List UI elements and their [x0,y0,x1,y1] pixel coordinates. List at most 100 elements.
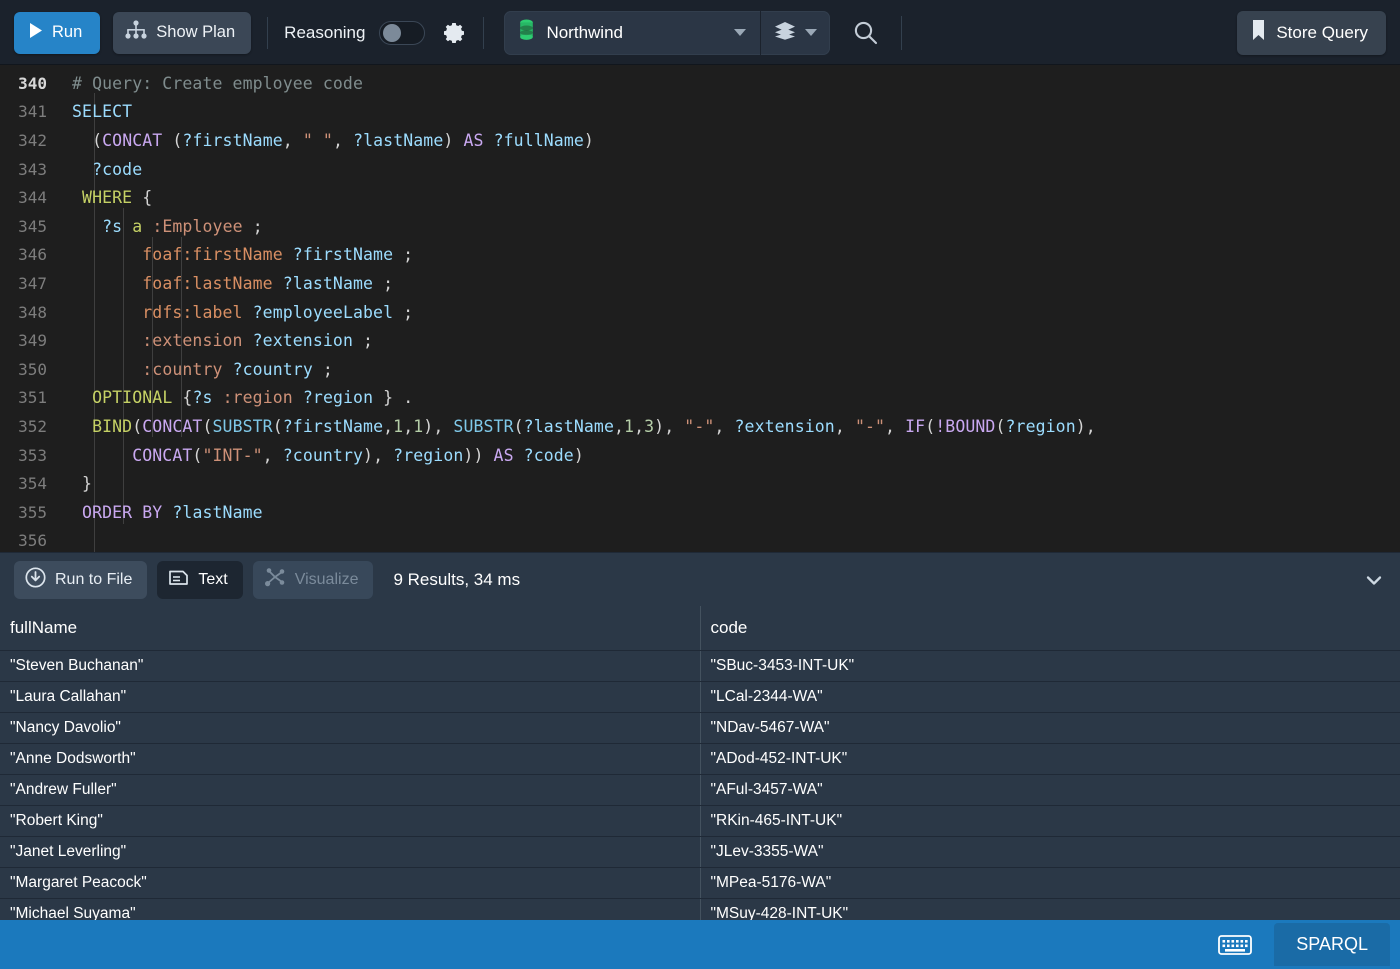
code-line[interactable]: 345 ?s a :Employee ; [0,212,1400,241]
chevron-down-icon [734,29,747,36]
cell-code: "ADod-452-INT-UK" [700,743,1400,775]
reasoning-toggle[interactable] [379,20,426,45]
document-text-icon [168,568,189,592]
code-text: OPTIONAL {?s :region ?region } . [92,388,414,408]
code-line[interactable]: 352 BIND(CONCAT(SUBSTR(?firstName,1,1), … [0,412,1400,441]
table-row[interactable]: "Janet Leverling" "JLev-3355-WA" [0,836,1400,868]
show-plan-button[interactable]: Show Plan [113,11,252,54]
line-number: 341 [18,102,47,122]
code-line[interactable]: 355 ORDER BY ?lastName [0,498,1400,527]
code-line[interactable]: 353 CONCAT("INT-", ?country), ?region)) … [0,441,1400,470]
play-icon [28,22,43,44]
reasoning-toggle-knob [383,24,402,42]
code-text: ?s a :Employee ; [102,216,263,236]
code-line[interactable]: 342 (CONCAT (?firstName, " ", ?lastName)… [0,126,1400,155]
table-row[interactable]: "Margaret Peacock" "MPea-5176-WA" [0,867,1400,899]
language-badge[interactable]: SPARQL [1274,923,1390,966]
table-row[interactable]: "Robert King" "RKin-465-INT-UK" [0,805,1400,837]
results-table-head: fullName code [0,606,1400,651]
code-text: :country ?country ; [142,359,333,379]
status-bar: SPARQL [0,920,1400,969]
code-line[interactable]: 341 SELECT [0,98,1400,127]
code-line[interactable]: 347 foaf:lastName ?lastName ; [0,269,1400,298]
tab-text[interactable]: Text [157,560,243,599]
run-button-label: Run [52,23,83,41]
results-summary: 9 Results, 34 ms [393,569,521,589]
line-number: 346 [18,245,47,265]
column-header-fullname[interactable]: fullName [0,606,701,651]
table-row[interactable]: "Anne Dodsworth" "ADod-452-INT-UK" [0,743,1400,775]
cell-fullname: "Andrew Fuller" [0,774,701,806]
code-line[interactable]: 351 OPTIONAL {?s :region ?region } . [0,384,1400,413]
code-line[interactable]: 340 # Query: Create employee code [0,69,1400,98]
line-number: 348 [18,302,47,322]
table-row[interactable]: "Nancy Davolio" "NDav-5467-WA" [0,712,1400,744]
keyboard-icon[interactable] [1196,933,1274,957]
results-table-container[interactable]: fullName code "Steven Buchanan" "SBuc-345… [0,606,1400,926]
top-toolbar: Run Show Plan Reasoning Northwind Store … [0,0,1400,65]
code-text: foaf:firstName ?firstName ; [142,245,414,265]
database-name: Northwind [546,22,623,42]
table-row[interactable]: "Laura Callahan" "LCal-2344-WA" [0,681,1400,713]
line-number: 351 [18,388,47,408]
table-header-row: fullName code [0,606,1400,651]
tab-visualize-label: Visualize [294,570,359,588]
table-row[interactable]: "Andrew Fuller" "AFul-3457-WA" [0,774,1400,806]
collapse-results-button[interactable] [1362,568,1386,592]
results-table-body: "Steven Buchanan" "SBuc-3453-INT-UK" "Laur… [0,650,1400,926]
run-to-file-label: Run to File [55,570,133,588]
code-text: BIND(CONCAT(SUBSTR(?firstName,1,1), SUBS… [92,416,1096,436]
line-number: 347 [18,273,47,293]
cell-fullname: "Robert King" [0,805,701,837]
toolbar-divider-3 [901,15,903,50]
table-row[interactable]: "Steven Buchanan" "SBuc-3453-INT-UK" [0,650,1400,682]
line-number: 345 [18,216,47,236]
gear-icon[interactable] [441,20,467,46]
database-cylinder-icon [518,19,535,46]
line-number: 340 [18,73,47,93]
code-text: SELECT [72,102,133,122]
code-line[interactable]: 346 foaf:firstName ?firstName ; [0,241,1400,270]
code-line[interactable]: 349 :extension ?extension ; [0,326,1400,355]
line-number: 344 [18,188,47,208]
search-icon[interactable] [852,19,879,46]
database-selector[interactable]: Northwind [504,11,760,55]
code-text: ORDER BY ?lastName [82,502,263,522]
line-number: 349 [18,331,47,351]
code-line[interactable]: 348 rdfs:label ?employeeLabel ; [0,298,1400,327]
code-line[interactable]: 356 [0,527,1400,553]
line-number: 350 [18,359,47,379]
code-text: (CONCAT (?firstName, " ", ?lastName) AS … [92,130,594,150]
cell-code: "AFul-3457-WA" [700,774,1400,806]
code-line[interactable]: 343 ?code [0,155,1400,184]
line-number: 343 [18,159,47,179]
code-text: ?code [92,159,143,179]
layers-selector[interactable] [761,11,830,55]
run-button[interactable]: Run [14,11,101,54]
cell-code: "LCal-2344-WA" [700,681,1400,713]
store-query-button[interactable]: Store Query [1237,10,1386,55]
chevron-down-icon-layers [805,29,818,36]
plan-tree-icon [125,20,147,45]
tab-visualize[interactable]: Visualize [252,560,374,599]
cell-fullname: "Steven Buchanan" [0,650,701,682]
code-text: rdfs:label ?employeeLabel ; [142,302,414,322]
tab-text-label: Text [198,570,228,588]
results-toolbar: Run to File Text Visualize 9 Results, 34… [0,552,1400,606]
code-line[interactable]: 354 } [0,469,1400,498]
layers-icon [774,20,796,45]
cell-fullname: "Anne Dodsworth" [0,743,701,775]
cell-code: "JLev-3355-WA" [700,836,1400,868]
toolbar-divider-1 [267,16,269,49]
reasoning-label: Reasoning [284,22,366,42]
column-header-code[interactable]: code [700,606,1400,651]
code-line[interactable]: 350 :country ?country ; [0,355,1400,384]
run-to-file-button[interactable]: Run to File [14,560,148,599]
cell-fullname: "Janet Leverling" [0,836,701,868]
line-number: 355 [18,502,47,522]
store-query-label: Store Query [1276,22,1368,42]
query-editor[interactable]: 340 # Query: Create employee code 341 SE… [0,65,1400,552]
cell-code: "MPea-5176-WA" [700,867,1400,899]
cell-fullname: "Laura Callahan" [0,681,701,713]
code-line[interactable]: 344 WHERE { [0,183,1400,212]
